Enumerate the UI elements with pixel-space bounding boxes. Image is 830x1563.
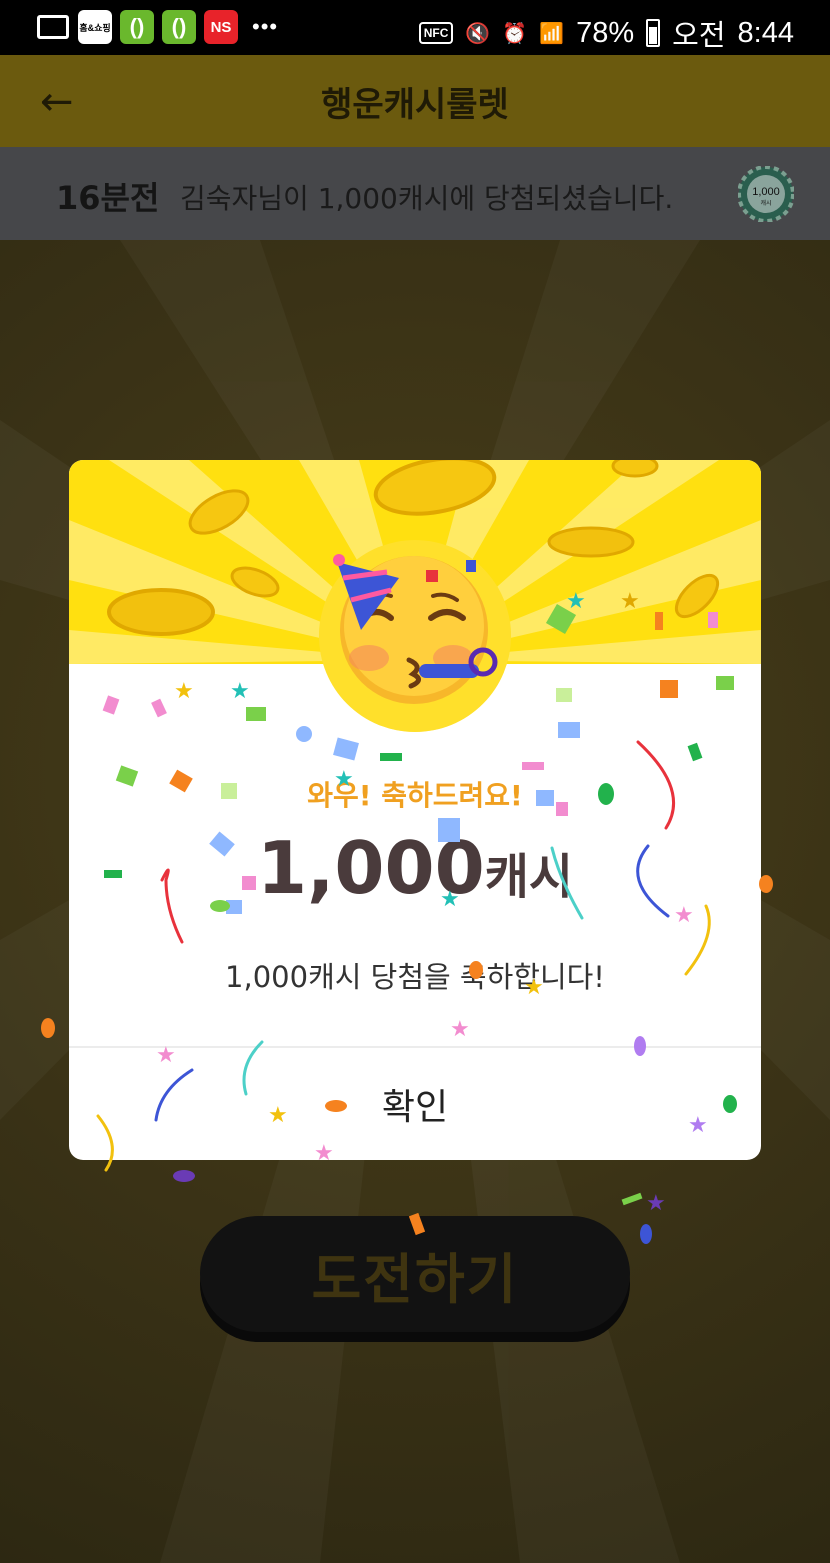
clock-text: 8:44 — [737, 16, 794, 49]
battery-text: 78% — [576, 16, 635, 49]
coin-sub: 캐시 — [760, 199, 771, 207]
confirm-button[interactable]: 확인 — [69, 1048, 761, 1160]
status-left-icons: 홈&쇼핑 () () NS ••• — [36, 10, 278, 44]
coin-label: 1,000 — [752, 186, 780, 198]
battery-icon — [646, 19, 661, 47]
winner-ticker: 16분전 김숙자님이 1,000캐시에 당첨되셨습니다. — [0, 147, 830, 240]
app-icon: () — [120, 10, 154, 44]
ticker-message: 김숙자님이 1,000캐시에 당첨되셨습니다. — [180, 182, 674, 215]
shop-icon: 홈&쇼핑 — [78, 10, 112, 44]
win-dialog: 와우! 축하드려요! 1,000캐시 1,000캐시 당첨을 축하합니다! 확인 — [69, 460, 761, 1160]
amount-unit: 캐시 — [484, 849, 574, 905]
alarm-icon: ⏰ — [502, 22, 528, 45]
status-right: NFC 🔇 ⏰ 📶 78% 오전 8:44 — [418, 12, 794, 54]
nfc-icon: NFC — [418, 22, 454, 44]
challenge-button[interactable]: 도전하기 — [200, 1216, 630, 1332]
amount-value: 1,000 — [256, 826, 485, 910]
coin-icon: 1,000 캐시 — [738, 166, 794, 222]
page-title: 행운캐시룰렛 — [321, 85, 509, 125]
ampm-text: 오전 — [672, 20, 726, 52]
status-bar: 홈&쇼핑 () () NS ••• NFC 🔇 ⏰ 📶 78% 오전 8:44 — [0, 0, 830, 55]
win-description: 1,000캐시 당첨을 축하합니다! — [225, 960, 605, 994]
congrats-subtitle: 와우! 축하드려요! — [307, 779, 523, 812]
card-icon — [36, 10, 70, 44]
mute-icon: 🔇 — [465, 22, 491, 45]
app-icon: () — [162, 10, 196, 44]
wifi-icon: 📶 — [539, 22, 565, 45]
win-amount: 1,000캐시 — [69, 826, 761, 910]
more-icon: ••• — [252, 14, 279, 39]
app-bar: ← 행운캐시룰렛 — [0, 55, 830, 147]
header-illustration — [69, 460, 761, 732]
ticker-time: 16분전 — [56, 179, 160, 217]
ns-icon: NS — [204, 10, 238, 44]
